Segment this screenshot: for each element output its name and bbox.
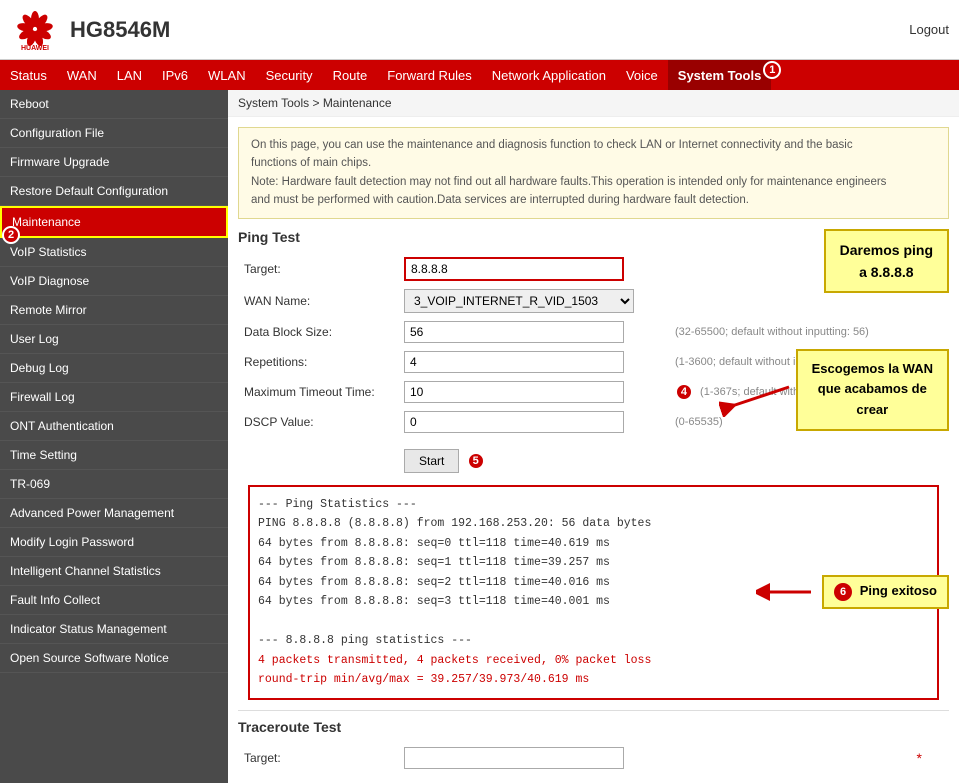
arrow-6	[756, 582, 816, 602]
sidebar-item-config-file[interactable]: Configuration File	[0, 119, 228, 148]
traceroute-target-label: Target:	[238, 743, 398, 773]
data-block-cell	[398, 317, 669, 347]
ping-callout: Daremos pinga 8.8.8.8	[824, 229, 949, 294]
target-input[interactable]	[404, 257, 624, 281]
sidebar-item-user-log[interactable]: User Log	[0, 325, 228, 354]
target-input-cell	[398, 253, 669, 285]
traceroute-target-row: Target: *	[238, 743, 949, 773]
repetitions-label: Repetitions:	[238, 347, 398, 377]
nav-wlan[interactable]: WLAN	[198, 60, 256, 90]
ping-success-annotation: 6 Ping exitoso	[756, 575, 949, 609]
ping-test-container: Ping Test Target: 3 WAN N	[228, 229, 959, 700]
logo-area: HUAWEI HG8546M	[10, 7, 170, 52]
data-block-hint: (32-65500; default without inputting: 56…	[669, 317, 913, 347]
nav-status[interactable]: Status	[0, 60, 57, 90]
badge-1: 1	[763, 61, 781, 79]
nav-route[interactable]: Route	[323, 60, 378, 90]
badge-5: 5	[467, 452, 485, 470]
nav-wan[interactable]: WAN	[57, 60, 107, 90]
wan-callout: Escogemos la WANque acabamos decrear	[796, 349, 949, 431]
nav-bar: Status WAN LAN IPv6 WLAN Security Route …	[0, 60, 959, 90]
target-label: Target:	[238, 253, 398, 285]
main-layout: Reboot Configuration File Firmware Upgra…	[0, 90, 959, 783]
badge-6-inline: 6	[834, 583, 852, 601]
sidebar-item-time-setting[interactable]: Time Setting	[0, 441, 228, 470]
nav-ipv6[interactable]: IPv6	[152, 60, 198, 90]
repetitions-cell	[398, 347, 669, 377]
timeout-label: Maximum Timeout Time:	[238, 377, 398, 407]
sidebar-item-oss-notice[interactable]: Open Source Software Notice	[0, 644, 228, 673]
nav-security[interactable]: Security	[256, 60, 323, 90]
breadcrumb: System Tools > Maintenance	[228, 90, 959, 117]
ping-output-wrapper: --- Ping Statistics --- PING 8.8.8.8 (8.…	[238, 485, 949, 700]
content-area: System Tools > Maintenance On this page,…	[228, 90, 959, 783]
dscp-label: DSCP Value:	[238, 407, 398, 437]
wan-name-label: WAN Name:	[238, 285, 398, 317]
sidebar: Reboot Configuration File Firmware Upgra…	[0, 90, 228, 783]
wan-name-select[interactable]: 3_VOIP_INTERNET_R_VID_1503 WAN_1 WAN_2	[404, 289, 634, 313]
sidebar-item-indicator-status[interactable]: Indicator Status Management	[0, 615, 228, 644]
traceroute-target-input[interactable]	[404, 747, 624, 769]
timeout-cell	[398, 377, 669, 407]
sidebar-item-channel-stats[interactable]: Intelligent Channel Statistics	[0, 557, 228, 586]
nav-system-tools[interactable]: System Tools	[668, 60, 772, 90]
sidebar-item-ont-auth[interactable]: ONT Authentication	[0, 412, 228, 441]
start-row: Start 5	[238, 437, 949, 477]
nav-network-application[interactable]: Network Application	[482, 60, 616, 90]
info-box: On this page, you can use the maintenanc…	[238, 127, 949, 219]
traceroute-section: Traceroute Test Target: *	[238, 710, 949, 773]
data-block-input[interactable]	[404, 321, 624, 343]
data-block-label: Data Block Size:	[238, 317, 398, 347]
repetitions-input[interactable]	[404, 351, 624, 373]
device-name: HG8546M	[70, 17, 170, 43]
dscp-cell	[398, 407, 669, 437]
timeout-input[interactable]	[404, 381, 624, 403]
sidebar-item-maintenance[interactable]: Maintenance	[0, 206, 228, 238]
ping-success-callout: 6 Ping exitoso	[822, 575, 949, 609]
sidebar-item-voip-diagnose[interactable]: VoIP Diagnose	[0, 267, 228, 296]
sidebar-item-voip-stats[interactable]: VoIP Statistics	[0, 238, 228, 267]
sidebar-item-tr069[interactable]: TR-069	[0, 470, 228, 499]
nav-lan[interactable]: LAN	[107, 60, 152, 90]
data-block-row: Data Block Size: (32-65500; default with…	[238, 317, 949, 347]
start-button[interactable]: Start	[404, 449, 459, 473]
traceroute-form: Target: *	[238, 743, 949, 773]
huawei-logo: HUAWEI	[10, 7, 60, 52]
sidebar-item-restore[interactable]: Restore Default Configuration	[0, 177, 228, 206]
nav-forward-rules[interactable]: Forward Rules	[377, 60, 482, 90]
ping-test-section: Ping Test Target: 3 WAN N	[238, 229, 949, 700]
sidebar-item-power-mgmt[interactable]: Advanced Power Management	[0, 499, 228, 528]
traceroute-title: Traceroute Test	[238, 719, 949, 735]
badge-2: 2	[2, 226, 20, 244]
sidebar-item-remote-mirror[interactable]: Remote Mirror	[0, 296, 228, 325]
sidebar-item-debug-log[interactable]: Debug Log	[0, 354, 228, 383]
wan-name-cell: 3_VOIP_INTERNET_R_VID_1503 WAN_1 WAN_2	[398, 285, 669, 317]
nav-voice[interactable]: Voice	[616, 60, 668, 90]
sidebar-item-firewall-log[interactable]: Firewall Log	[0, 383, 228, 412]
sidebar-item-reboot[interactable]: Reboot	[0, 90, 228, 119]
sidebar-item-fault-info[interactable]: Fault Info Collect	[0, 586, 228, 615]
badge-4: 4	[675, 383, 693, 401]
traceroute-target-cell	[398, 743, 910, 773]
logout-button[interactable]: Logout	[909, 22, 949, 37]
dscp-input[interactable]	[404, 411, 624, 433]
header: HUAWEI HG8546M Logout	[0, 0, 959, 60]
svg-text:HUAWEI: HUAWEI	[21, 45, 49, 52]
sidebar-item-firmware[interactable]: Firmware Upgrade	[0, 148, 228, 177]
sidebar-item-login-pwd[interactable]: Modify Login Password	[0, 528, 228, 557]
